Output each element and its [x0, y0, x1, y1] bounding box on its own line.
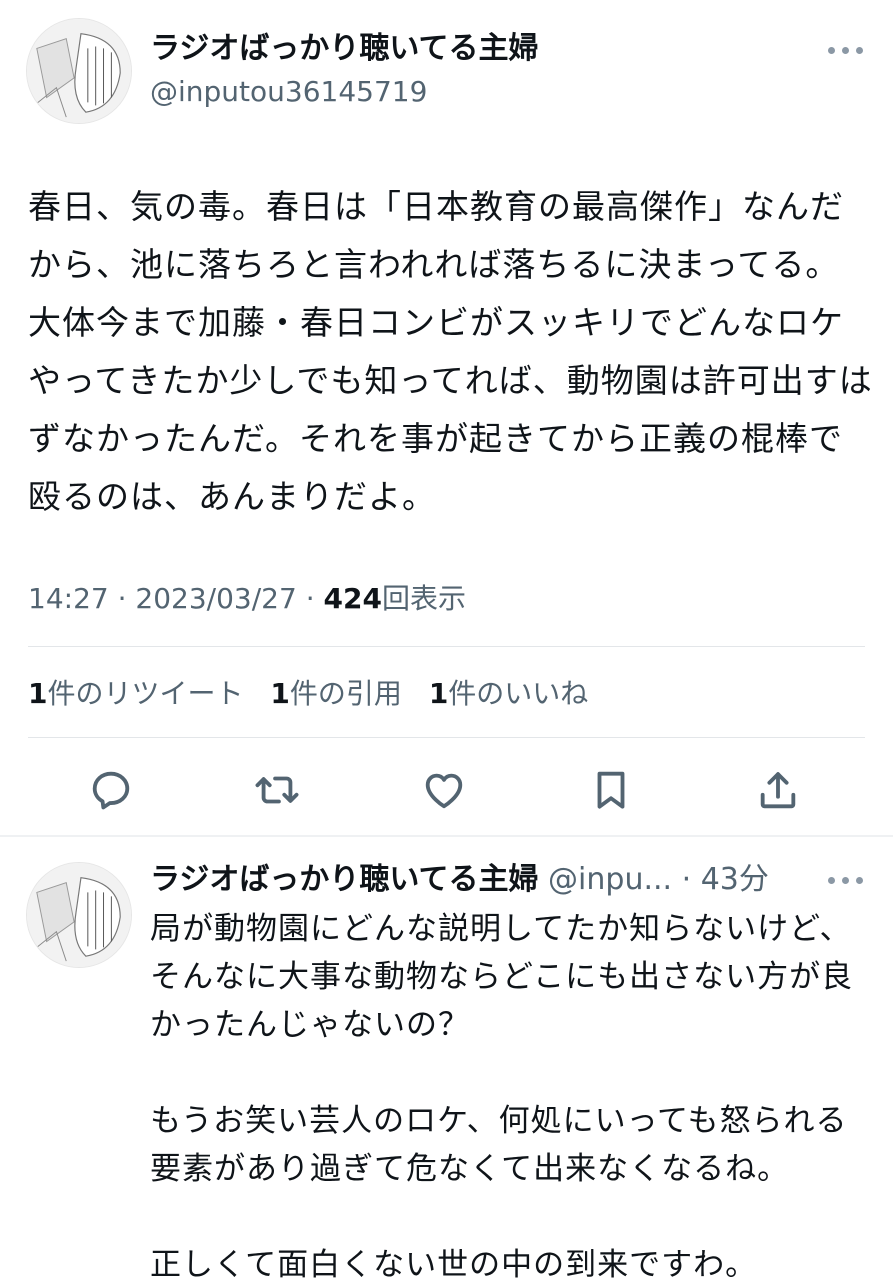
tweet-time[interactable]: 14:27	[28, 582, 109, 615]
action-bar	[0, 762, 893, 818]
like-icon	[425, 773, 463, 809]
tweet-text: 春日、気の毒。春日は「日本教育の最高傑作」なんだから、池に落ちろと言われれば落ち…	[28, 187, 873, 516]
bookmark-icon	[597, 771, 625, 809]
reply-author-handle[interactable]: @inpu...	[548, 862, 672, 897]
views-label: 回表示	[381, 582, 466, 615]
reply-separator: ·	[681, 862, 692, 897]
tweet-meta: 14:27 · 2023/03/27 · 424回表示	[28, 579, 466, 619]
divider	[28, 737, 865, 738]
reply-header: ラジオばっかり聴いてる主婦 @inpu... · 43分	[150, 858, 769, 902]
views-count: 424	[323, 582, 382, 615]
quotes-count: 1	[270, 677, 290, 710]
retweet-button[interactable]	[249, 762, 305, 818]
likes-count: 1	[428, 677, 449, 710]
more-options-icon[interactable]	[826, 40, 866, 60]
author-avatar[interactable]	[26, 18, 132, 124]
like-button[interactable]	[416, 762, 472, 818]
reply-text: 局が動物園にどんな説明してたか知らないけど、そんなに大事な動物ならどこにも出さな…	[150, 911, 854, 1280]
author-handle[interactable]: @inputou36145719	[150, 74, 427, 110]
reply-icon	[92, 771, 130, 810]
tweet-stats: 1件のリツイート 1件の引用 1件のいいね	[28, 674, 606, 714]
reply-author-avatar[interactable]	[26, 862, 132, 968]
reply-author-name[interactable]: ラジオばっかり聴いてる主婦	[150, 862, 539, 897]
retweets-label: 件のリツイート	[47, 677, 244, 710]
likes-label: 件のいいね	[448, 677, 589, 710]
avatar-image	[27, 19, 131, 123]
divider	[28, 646, 865, 647]
reply-more-options-icon[interactable]	[826, 870, 866, 890]
share-button[interactable]	[750, 762, 806, 818]
tweet-date[interactable]: 2023/03/27	[135, 582, 296, 615]
divider	[0, 835, 893, 837]
retweets-count: 1	[28, 677, 48, 710]
meta-separator: ·	[305, 582, 315, 615]
retweet-icon	[255, 776, 299, 804]
retweets-stat[interactable]: 1件のリツイート	[28, 677, 244, 710]
reply-time[interactable]: 43分	[701, 862, 769, 897]
meta-separator: ·	[117, 582, 127, 615]
quotes-stat[interactable]: 1件の引用	[270, 677, 402, 710]
share-icon	[760, 772, 796, 809]
bookmark-button[interactable]	[583, 762, 639, 818]
reply-button[interactable]	[83, 762, 139, 818]
likes-stat[interactable]: 1件のいいね	[429, 677, 589, 710]
quotes-label: 件の引用	[289, 677, 402, 710]
avatar-image	[27, 863, 131, 967]
author-name[interactable]: ラジオばっかり聴いてる主婦	[150, 30, 539, 68]
